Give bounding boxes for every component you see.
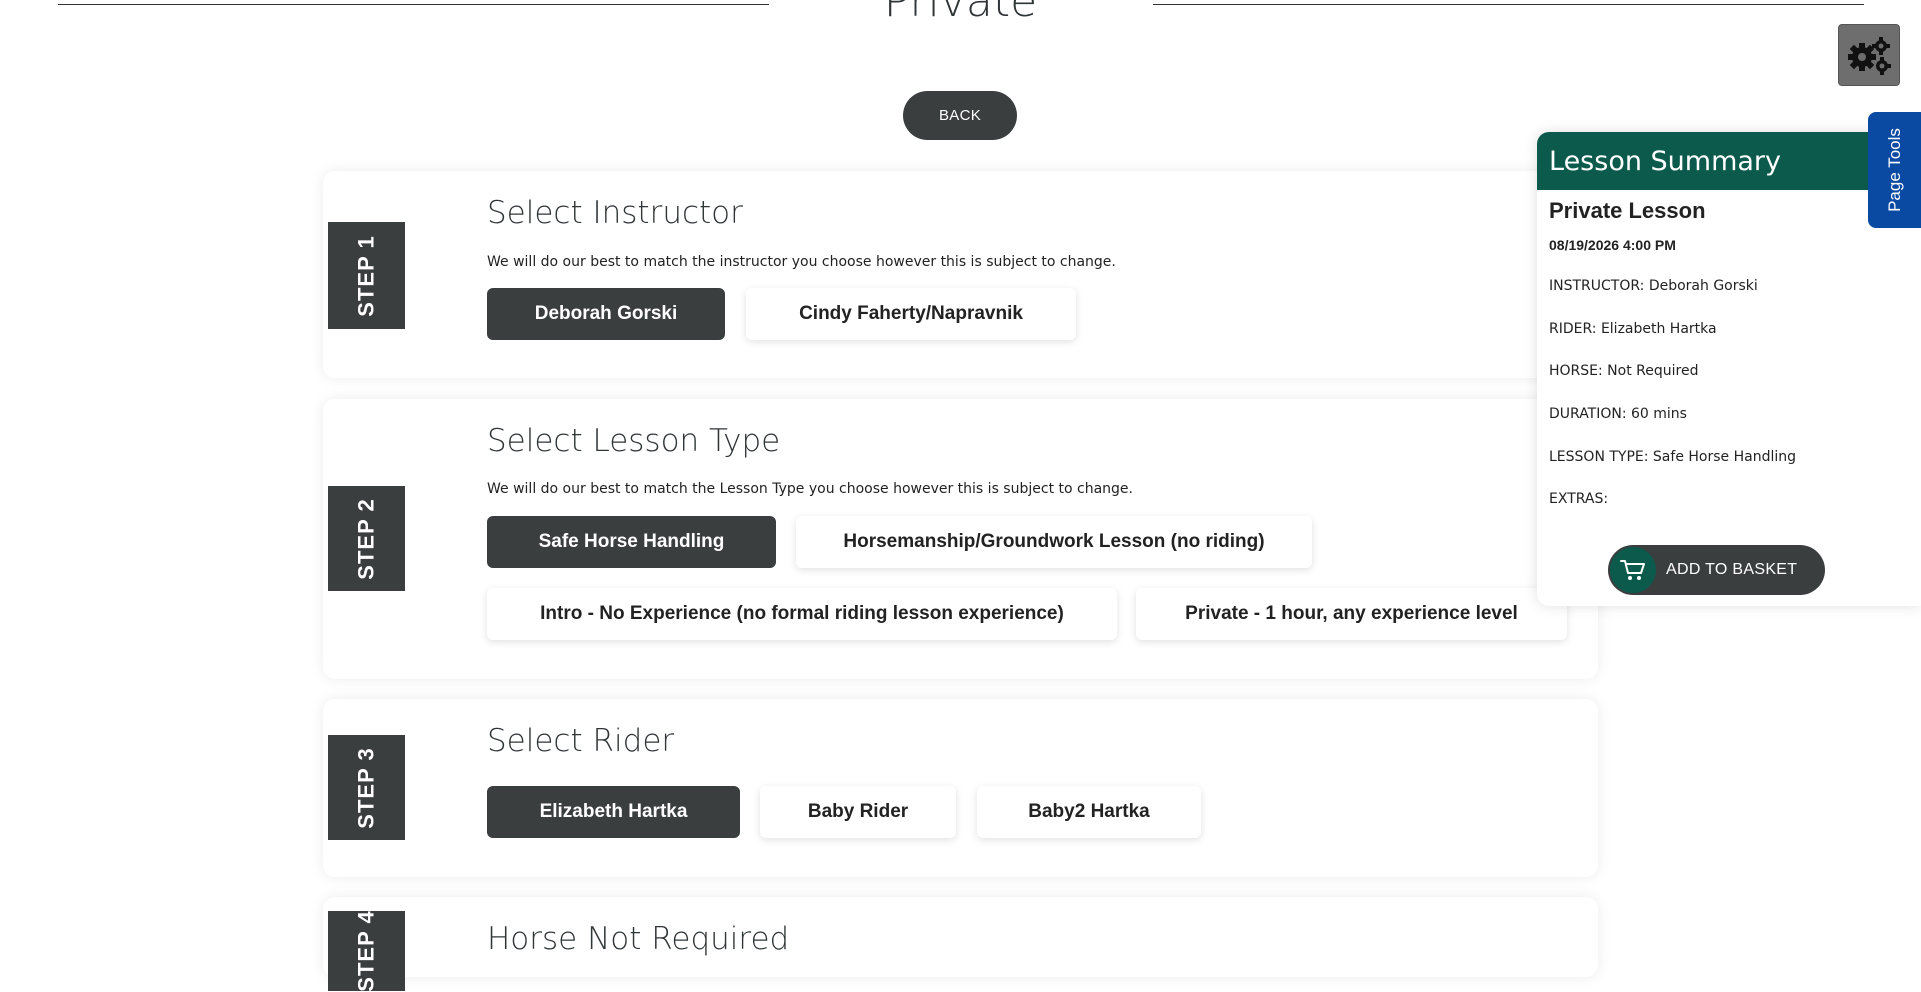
step2-title: Select Lesson Type [487,423,781,459]
lesson-type-safe-horse-handling[interactable]: Safe Horse Handling [487,516,776,568]
lesson-type-private-1-hour[interactable]: Private - 1 hour, any experience level [1136,588,1567,640]
step3-title: Select Rider [487,723,675,759]
rider-option-baby2-hartka[interactable]: Baby2 Hartka [977,786,1201,838]
back-button[interactable]: BACK [903,91,1017,140]
rider-option-elizabeth-hartka[interactable]: Elizabeth Hartka [487,786,740,838]
summary-extras: EXTRAS: [1549,491,1609,507]
summary-instructor: INSTRUCTOR: Deborah Gorski [1549,278,1758,294]
add-to-basket-button[interactable]: ADD TO BASKET [1608,545,1825,595]
summary-datetime: 08/19/2026 4:00 PM [1549,237,1676,253]
step3-card: STEP 3 Select Rider Elizabeth Hartka Bab… [323,699,1598,877]
step2-description: We will do our best to match the Lesson … [487,481,1133,497]
step1-description: We will do our best to match the instruc… [487,254,1116,270]
instructor-option-cindy-faherty[interactable]: Cindy Faherty/Napravnik [746,288,1076,340]
step3-tab: STEP 3 [328,735,405,840]
summary-duration: DURATION: 60 mins [1549,406,1687,422]
page-tools-label: Page Tools [1884,128,1904,212]
lesson-summary-panel: Lesson Summary Private Lesson 08/19/2026… [1537,132,1921,606]
instructor-option-deborah-gorski[interactable]: Deborah Gorski [487,288,725,340]
lesson-type-intro-no-experience[interactable]: Intro - No Experience (no formal riding … [487,588,1117,640]
summary-horse: HORSE: Not Required [1549,363,1699,379]
summary-lesson-type: LESSON TYPE: Safe Horse Handling [1549,449,1796,465]
step4-card: STEP 4 Horse Not Required [323,897,1598,992]
summary-lesson-name: Private Lesson [1549,198,1706,223]
settings-button[interactable] [1838,24,1900,86]
rider-option-baby-rider[interactable]: Baby Rider [760,786,956,838]
cart-icon [1610,547,1656,593]
page-title: Private [0,0,1921,24]
step4-title: Horse Not Required [487,921,790,957]
summary-rider: RIDER: Elizabeth Hartka [1549,321,1717,337]
step1-tab: STEP 1 [328,222,405,329]
lesson-type-horsemanship-groundwork[interactable]: Horsemanship/Groundwork Lesson (no ridin… [796,516,1312,568]
gears-icon [1848,37,1891,75]
step2-tab: STEP 2 [328,486,405,591]
step2-card: STEP 2 Select Lesson Type We will do our… [323,399,1598,679]
step1-title: Select Instructor [487,195,743,231]
page-tools-tab[interactable]: Page Tools [1868,112,1921,228]
lesson-summary-heading: Lesson Summary [1537,132,1921,190]
step4-tab: STEP 4 [328,910,405,992]
step1-card: STEP 1 Select Instructor We will do our … [323,171,1598,378]
add-to-basket-label: ADD TO BASKET [1666,561,1798,578]
